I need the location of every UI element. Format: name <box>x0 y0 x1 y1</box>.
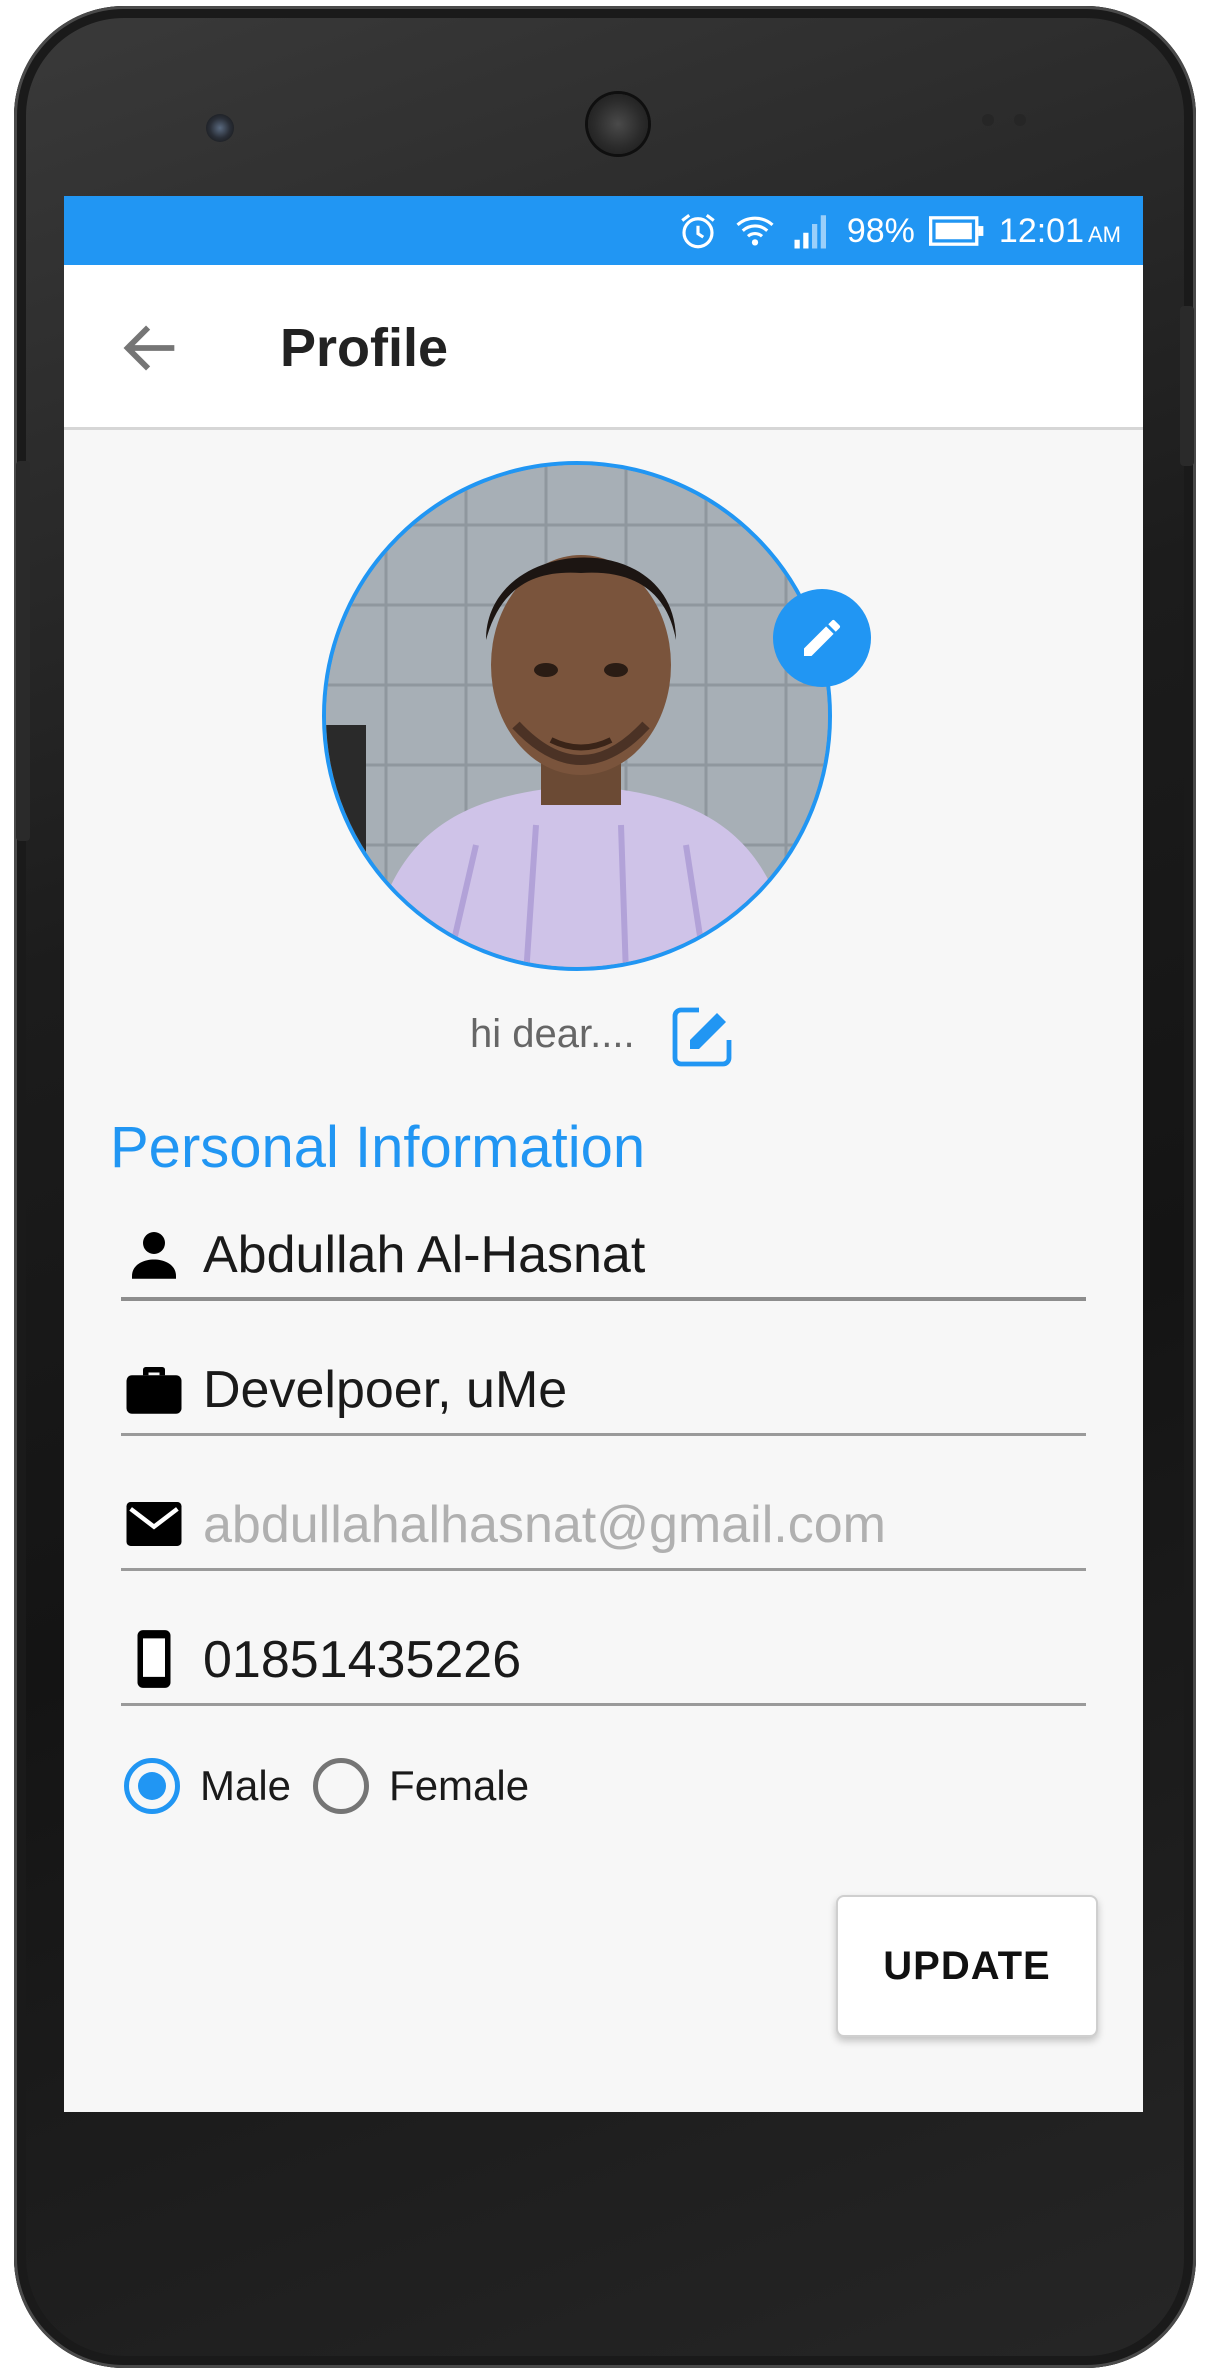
section-title: Personal Information <box>110 1115 646 1180</box>
male-radio[interactable] <box>124 1758 180 1814</box>
screen: 98% 12:01 AM Profile hi dear.... Persona… <box>64 196 1143 2112</box>
briefcase-icon <box>126 1367 182 1414</box>
front-camera <box>206 114 234 142</box>
phone-field-underline <box>121 1703 1086 1706</box>
page-title: Profile <box>280 318 449 378</box>
email-icon <box>126 1502 182 1546</box>
clock: 12:01 AM <box>999 212 1121 251</box>
edit-photo-button[interactable] <box>773 589 871 687</box>
email-field[interactable]: abdullahalhasnat@gmail.com <box>121 1481 1086 1571</box>
work-field-underline <box>121 1433 1086 1436</box>
arrow-left-icon <box>123 325 175 371</box>
clock-time: 12:01 <box>998 211 1084 250</box>
person-icon <box>132 1232 176 1279</box>
phone-field[interactable]: 01851435226 <box>121 1616 1086 1706</box>
male-label: Male <box>200 1762 292 1809</box>
edit-square-icon <box>672 1007 732 1067</box>
status-bar: 98% 12:01 AM <box>64 196 1143 265</box>
status-message-row: hi dear.... <box>64 992 1143 1072</box>
status-message: hi dear.... <box>470 1012 635 1056</box>
power-button <box>1180 306 1194 466</box>
battery-percent: 98% <box>846 211 915 250</box>
volume-button <box>16 461 30 841</box>
work-field[interactable]: Develpoer, uMe <box>121 1346 1086 1436</box>
alarm-icon <box>681 213 715 249</box>
phone-value: 01851435226 <box>203 1631 522 1689</box>
work-value: Develpoer, uMe <box>203 1361 568 1419</box>
female-radio[interactable] <box>313 1758 370 1814</box>
email-field-underline <box>121 1568 1086 1571</box>
back-button[interactable] <box>116 313 186 383</box>
female-label: Female <box>389 1762 530 1809</box>
wifi-icon <box>736 216 774 246</box>
update-button[interactable]: UPDATE <box>836 1895 1098 2037</box>
clock-ampm: AM <box>1088 221 1121 247</box>
light-sensor <box>1014 114 1026 126</box>
name-field[interactable]: Abdullah Al-Hasnat <box>121 1211 1086 1301</box>
proximity-sensor <box>982 114 994 126</box>
profile-photo[interactable] <box>322 461 832 971</box>
profile-photo-image <box>326 465 828 967</box>
name-field-underline <box>121 1297 1086 1301</box>
pencil-icon <box>804 619 841 656</box>
gender-radio-group: Male Female <box>124 1751 551 1821</box>
battery-icon <box>928 216 984 246</box>
edit-status-button[interactable] <box>666 1001 738 1073</box>
name-value: Abdullah Al-Hasnat <box>203 1226 646 1284</box>
phone-icon <box>137 1630 171 1688</box>
app-bar: Profile <box>64 265 1143 430</box>
signal-icon <box>794 215 826 249</box>
earpiece-speaker <box>588 94 648 154</box>
email-placeholder: abdullahalhasnat@gmail.com <box>203 1496 886 1554</box>
